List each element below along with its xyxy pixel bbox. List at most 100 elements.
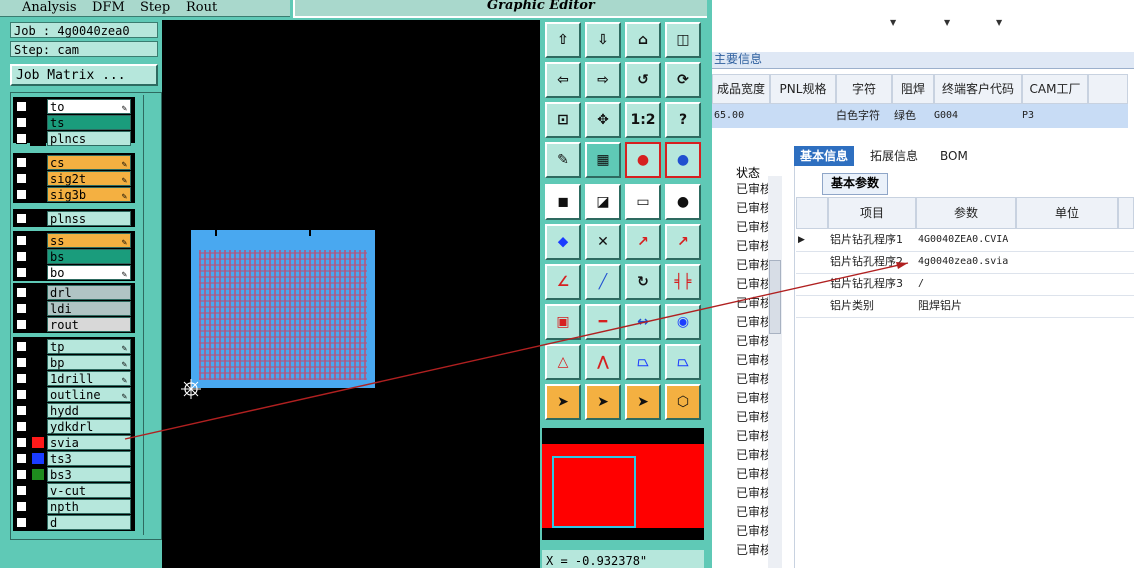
distance-icon[interactable]: ↔	[625, 304, 661, 340]
status-item[interactable]: 已审核	[736, 294, 772, 311]
layer-row[interactable]: bs	[13, 249, 135, 264]
status-item[interactable]: 已审核	[736, 275, 772, 292]
layer-color-swatch[interactable]	[30, 451, 46, 466]
status-item[interactable]: 已审核	[736, 484, 772, 501]
layer-row[interactable]: ts	[13, 115, 135, 130]
layer-checkbox[interactable]	[16, 357, 27, 368]
grid-header[interactable]: CAM工厂	[1022, 74, 1088, 104]
layer-row[interactable]: plnss	[13, 211, 135, 226]
layer-row[interactable]: cs ✎	[13, 155, 135, 170]
layer-checkbox[interactable]	[16, 517, 27, 528]
table-row[interactable]: 铝片类别 阻焊铝片	[796, 295, 1134, 318]
layer-name[interactable]: bo ✎	[47, 265, 131, 280]
layer-row[interactable]: plncs	[13, 131, 135, 146]
layer-checkbox[interactable]	[16, 213, 27, 224]
layer-checkbox[interactable]	[16, 267, 27, 278]
zoom-down-icon[interactable]: ⇩	[585, 22, 621, 58]
select-box-icon[interactable]: ➤	[585, 384, 621, 420]
layer-color-swatch[interactable]	[30, 355, 46, 370]
layer-name[interactable]: bs	[47, 249, 131, 264]
layer-name[interactable]: outline ✎	[47, 387, 131, 402]
layer-color-swatch[interactable]	[30, 317, 46, 332]
layer-checkbox[interactable]	[16, 389, 27, 400]
layer-name[interactable]: d	[47, 515, 131, 530]
layer-row[interactable]: sig3b ✎	[13, 187, 135, 202]
select-net-icon[interactable]: ⬡	[665, 384, 701, 420]
param-header-unit[interactable]: 单位	[1016, 197, 1118, 229]
dropdown-arrow-icon[interactable]: ▼	[996, 18, 1002, 27]
slash-line-icon[interactable]: ╱	[585, 264, 621, 300]
layer-checkbox[interactable]	[16, 303, 27, 314]
layer-name[interactable]: to ✎	[47, 99, 131, 114]
status-item[interactable]: 已审核	[736, 351, 772, 368]
layer-checkbox[interactable]	[16, 235, 27, 246]
status-header[interactable]: 状态	[736, 164, 760, 181]
zoom-fit-icon[interactable]: ⊡	[545, 102, 581, 138]
cursor-line-icon[interactable]: ◪	[585, 184, 621, 220]
layer-color-swatch[interactable]	[30, 233, 46, 248]
pan-right-icon[interactable]: ⇨	[585, 62, 621, 98]
grid-row[interactable]: 65.00 白色字符 绿色 G004 P3	[712, 104, 1128, 128]
redraw-icon[interactable]: ⟳	[665, 62, 701, 98]
layer-row[interactable]: tp ✎	[13, 339, 135, 354]
layer-color-swatch[interactable]	[30, 403, 46, 418]
layer-checkbox[interactable]	[16, 453, 27, 464]
select-corner-icon[interactable]: ➤	[625, 384, 661, 420]
pad-group-icon[interactable]: ◉	[665, 304, 701, 340]
layer-color-swatch[interactable]	[30, 467, 46, 482]
layer-name[interactable]: tp ✎	[47, 339, 131, 354]
layer-row[interactable]: 1drill ✎	[13, 371, 135, 386]
dropdown-arrow-icon[interactable]: ▼	[890, 18, 896, 27]
home-icon[interactable]: ⌂	[625, 22, 661, 58]
status-item[interactable]: 已审核	[736, 180, 772, 197]
layer-row[interactable]: ydkdrl	[13, 419, 135, 434]
mirror-icon[interactable]: ╡╞	[665, 264, 701, 300]
layer-name[interactable]: hydd	[47, 403, 131, 418]
layer-color-swatch[interactable]	[30, 371, 46, 386]
connect-nodes-icon[interactable]: ⬥	[545, 224, 581, 260]
help-button[interactable]: ?	[665, 102, 701, 138]
tab-bom[interactable]: BOM	[934, 146, 974, 166]
grid-header[interactable]: 成品宽度	[712, 74, 770, 104]
layer-name[interactable]: ldi	[47, 301, 131, 316]
status-item[interactable]: 已审核	[736, 446, 772, 463]
param-value[interactable]: 阻焊铝片	[918, 295, 962, 317]
status-item[interactable]: 已审核	[736, 370, 772, 387]
layer-color-swatch[interactable]	[30, 131, 46, 146]
layer-name[interactable]: ss ✎	[47, 233, 131, 248]
layer-row[interactable]: ss ✎	[13, 233, 135, 248]
tab-basic-info[interactable]: 基本信息	[794, 146, 855, 166]
layer-color-swatch[interactable]	[30, 515, 46, 530]
layer-list-scrollbar[interactable]	[143, 95, 156, 535]
status-item[interactable]: 已审核	[736, 408, 772, 425]
layer-checkbox[interactable]	[16, 133, 27, 144]
layer-checkbox[interactable]	[16, 287, 27, 298]
layer-checkbox[interactable]	[16, 173, 27, 184]
net-highlight-icon[interactable]: ●	[625, 142, 661, 178]
layer-name[interactable]: svia	[47, 435, 131, 450]
layer-name[interactable]: bp ✎	[47, 355, 131, 370]
grid-header[interactable]: 终端客户代码	[934, 74, 1022, 104]
zoom-up-icon[interactable]: ⇧	[545, 22, 581, 58]
param-value[interactable]: /	[918, 273, 924, 295]
grid-header[interactable]: 阻焊	[892, 74, 934, 104]
snap-pad-icon[interactable]: ▣	[545, 304, 581, 340]
param-value[interactable]: 4g0040zea0.svia	[918, 251, 1008, 273]
layer-row[interactable]: hydd	[13, 403, 135, 418]
layer-name[interactable]: sig2t ✎	[47, 171, 131, 186]
layer-checkbox[interactable]	[16, 341, 27, 352]
status-item[interactable]: 已审核	[736, 427, 772, 444]
graphic-canvas[interactable]	[162, 20, 540, 568]
menu-step[interactable]: Step	[140, 0, 170, 16]
layer-color-swatch[interactable]	[30, 187, 46, 202]
layer-checkbox[interactable]	[16, 319, 27, 330]
dropdown-arrow-icon[interactable]: ▼	[944, 18, 950, 27]
status-item[interactable]: 已审核	[736, 199, 772, 216]
layer-row[interactable]: sig2t ✎	[13, 171, 135, 186]
layer-row[interactable]: outline ✎	[13, 387, 135, 402]
layer-name[interactable]: ts	[47, 115, 131, 130]
param-header-item[interactable]: 项目	[828, 197, 916, 229]
measure-link-icon[interactable]: ↗	[665, 224, 701, 260]
zoom-area-icon[interactable]: ✥	[585, 102, 621, 138]
table-row[interactable]: ▶ 铝片钻孔程序1 4G0040ZEA0.CVIA	[796, 229, 1134, 252]
